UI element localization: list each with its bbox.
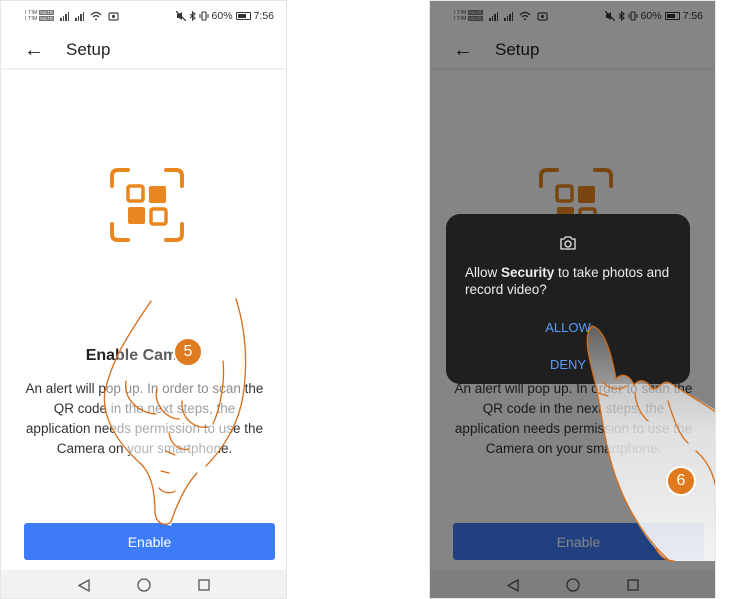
status-time: 7:56 bbox=[253, 10, 274, 22]
volte-badge: VoLTE bbox=[38, 16, 55, 21]
carrier-label: I TIM bbox=[25, 16, 38, 22]
android-nav-bar bbox=[1, 570, 286, 598]
battery-percent: 60% bbox=[211, 10, 233, 22]
step-badge: 6 bbox=[666, 466, 696, 496]
signal-icon bbox=[60, 11, 70, 21]
app-bar: ← Setup bbox=[1, 31, 286, 69]
deny-button[interactable]: DENY bbox=[446, 357, 690, 372]
phone-screen-permission-dialog: I TIM VoLTE I TIM VoLTE 60% 7:56 ← Setup bbox=[429, 0, 716, 599]
allow-button[interactable]: ALLOW bbox=[446, 320, 690, 335]
enable-button[interactable]: Enable bbox=[24, 523, 275, 560]
notification-icon bbox=[108, 12, 119, 21]
square-recent-icon[interactable] bbox=[197, 578, 211, 592]
status-bar: I TIM VoLTE I TIM VoLTE 60% 7:56 bbox=[1, 1, 286, 31]
qr-scan-icon bbox=[110, 168, 184, 242]
step-badge: 5 bbox=[173, 337, 203, 367]
triangle-back-icon[interactable] bbox=[77, 578, 91, 592]
carrier-labels: I TIM VoLTE I TIM VoLTE bbox=[25, 10, 55, 22]
pointing-hand-illustration bbox=[103, 298, 247, 526]
camera-permission-dialog: Allow Security to take photos and record… bbox=[446, 214, 690, 384]
status-right: 60% 7:56 bbox=[175, 10, 274, 22]
enable-camera-description: An alert will pop up. In order to scan t… bbox=[25, 381, 264, 456]
enable-camera-title: Enable Camera bbox=[85, 347, 202, 364]
volte-badge: VoLTE bbox=[38, 10, 55, 15]
battery-icon bbox=[235, 12, 251, 20]
mute-icon bbox=[175, 11, 186, 21]
dialog-message: Allow Security to take photos and record… bbox=[465, 264, 677, 298]
arrow-left-icon[interactable]: ← bbox=[24, 40, 44, 60]
page-title: Setup bbox=[66, 39, 111, 59]
dialog-app-name: Security bbox=[501, 265, 555, 280]
status-left: I TIM VoLTE I TIM VoLTE bbox=[25, 10, 119, 22]
camera-icon bbox=[560, 236, 576, 250]
wifi-icon bbox=[90, 11, 102, 21]
vibrate-icon bbox=[199, 11, 209, 21]
dialog-text-prefix: Allow bbox=[465, 265, 502, 280]
signal-icon bbox=[75, 11, 85, 21]
circle-home-icon[interactable] bbox=[136, 578, 151, 592]
bluetooth-icon bbox=[189, 11, 196, 21]
phone-screen-enable-camera: I TIM VoLTE I TIM VoLTE 60% 7:56 ← Setup bbox=[0, 0, 287, 599]
